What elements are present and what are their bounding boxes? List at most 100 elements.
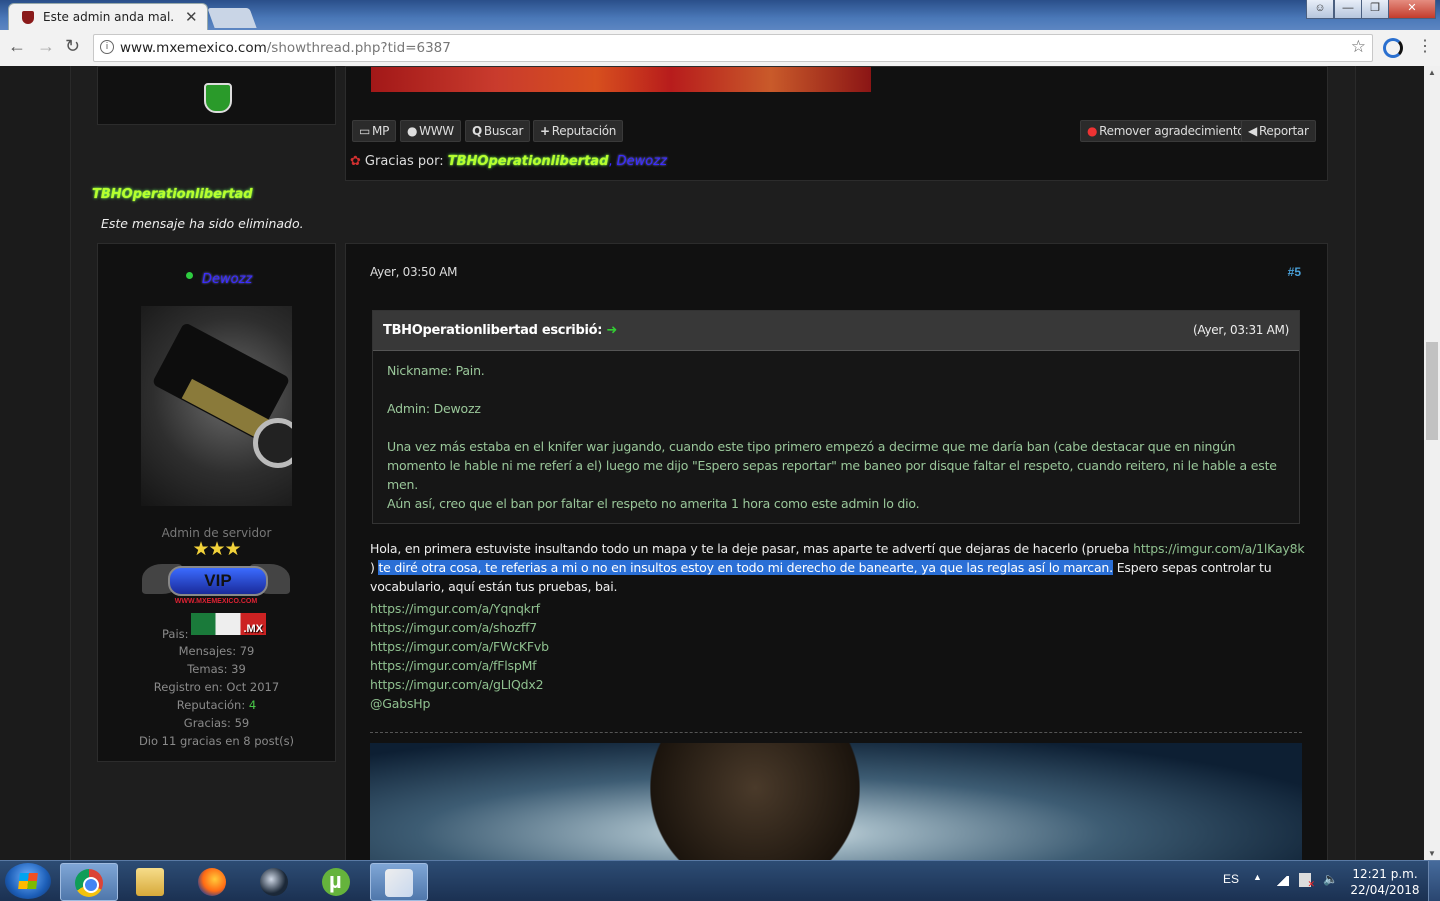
url-path: /showthread.php?tid=6387	[266, 40, 451, 56]
taskbar-firefox[interactable]	[184, 863, 240, 899]
forward-icon[interactable]: →	[37, 36, 55, 57]
thanks-label: Gracias por:	[364, 154, 444, 169]
country-label: Pais:	[162, 627, 189, 641]
pm-button[interactable]: ▭ MP	[352, 120, 397, 142]
start-button[interactable]	[5, 863, 51, 899]
url-text[interactable]: www.mxemexico.com/showthread.php?tid=638…	[120, 40, 451, 56]
browser-toolbar: ← → ↻ i www.mxemexico.com/showthread.php…	[0, 30, 1440, 67]
volume-icon[interactable]: 🔈	[1323, 872, 1338, 886]
back-icon[interactable]: ←	[8, 36, 26, 57]
post-body: Hola, en primera estuviste insultando to…	[370, 539, 1305, 596]
megaphone-icon: ◀	[1248, 124, 1257, 138]
post-number-link[interactable]: #5	[1288, 265, 1301, 279]
search-label: Buscar	[483, 124, 524, 138]
folder-icon	[136, 868, 164, 896]
taskbar-utorrent[interactable]	[308, 863, 364, 899]
address-bar[interactable]: i www.mxemexico.com/showthread.php?tid=6…	[93, 34, 1373, 62]
maximize-button[interactable]: ❐	[1361, 0, 1389, 19]
quote-line: Admin: Dewozz	[387, 401, 481, 416]
country-code: .MX	[243, 623, 263, 635]
post-link[interactable]: https://imgur.com/a/Yqnqkrf	[370, 601, 540, 616]
stat-thanks-given: Dio 11 gracias en 8 post(s)	[138, 734, 295, 748]
shield-icon	[204, 83, 232, 113]
show-desktop-button[interactable]	[1428, 861, 1440, 901]
remove-icon: ●	[1087, 124, 1098, 138]
post-link[interactable]: https://imgur.com/a/1lKay8k	[1133, 541, 1305, 556]
quote-line: Nickname: Pain.	[387, 363, 485, 378]
taskbar-explorer[interactable]	[122, 863, 178, 899]
thanks-user-link[interactable]: Dewozz	[617, 154, 667, 169]
show-hidden-icons-icon[interactable]: ▲	[1253, 872, 1262, 882]
stat-thanks: Gracias: 59	[183, 716, 250, 730]
extension-icon[interactable]	[1383, 38, 1403, 58]
deleted-post-message: Este mensaje ha sido eliminado.	[101, 216, 304, 231]
avatar-watch	[253, 418, 292, 468]
clock[interactable]: 12:21 p.m. 22/04/2018	[1345, 866, 1425, 898]
reputation-button[interactable]: + Reputación	[533, 120, 624, 142]
go-to-post-icon[interactable]: ➜	[606, 323, 617, 338]
language-indicator[interactable]: ES	[1223, 872, 1239, 886]
scroll-down-icon[interactable]: ▼	[1428, 849, 1436, 858]
pm-label: MP	[372, 124, 390, 138]
scrollbar-thumb[interactable]	[1426, 342, 1438, 440]
signature-image	[370, 743, 1302, 860]
plus-icon: +	[540, 124, 550, 138]
thanks-user-link[interactable]: TBHOperationlibertad	[448, 154, 609, 169]
vip-plate: VIP	[168, 566, 268, 596]
url-domain: www.mxemexico.com	[120, 40, 267, 56]
pm-icon: ▭	[359, 124, 371, 138]
scroll-up-icon[interactable]: ▲	[1428, 68, 1436, 77]
browser-menu-icon[interactable]: ⋮	[1417, 36, 1433, 56]
stat-messages: Mensajes: 79	[178, 644, 255, 658]
username-link[interactable]: Dewozz	[202, 272, 252, 287]
stat-topics: Temas: 39	[187, 662, 246, 676]
report-button[interactable]: ◀ Reportar	[1241, 120, 1316, 142]
clock-date: 22/04/2018	[1350, 883, 1420, 897]
bookmark-star-icon[interactable]: ☆	[1351, 37, 1366, 57]
profile-button[interactable]: ☺	[1306, 0, 1334, 19]
post-link[interactable]: https://imgur.com/a/gLIQdx2	[370, 677, 544, 692]
action-center-flag-icon[interactable]	[1299, 873, 1315, 890]
vip-badge: VIP WWW.MXEMEXICO.COM	[142, 560, 290, 608]
stat-reputation: Reputación: 4	[98, 698, 335, 712]
user-info-panel: Dewozz Admin de servidor ★★★ VIP WWW.MXE…	[97, 243, 336, 762]
quote-author-text: TBHOperationlibertad escribió:	[383, 323, 603, 338]
mention-link[interactable]: @GabsHp	[370, 696, 430, 711]
minimize-button[interactable]: —	[1334, 0, 1362, 19]
quote-header: TBHOperationlibertad escribió: ➜ (Ayer, …	[373, 311, 1299, 351]
taskbar-chrome[interactable]	[60, 863, 118, 901]
firefox-icon	[198, 868, 226, 896]
clock-time: 12:21 p.m.	[1352, 867, 1418, 881]
signature-image-detail	[650, 743, 860, 860]
quote-author: TBHOperationlibertad escribió: ➜	[383, 323, 617, 338]
remove-thanks-button[interactable]: ● Remover agradecimiento	[1080, 120, 1252, 142]
paint-icon	[385, 869, 413, 897]
page-scrollbar[interactable]: ▲ ▼	[1424, 66, 1440, 860]
deleted-post-author[interactable]: TBHOperationlibertad	[92, 187, 253, 202]
reputation-label: Reputación	[551, 124, 617, 138]
rank-stars-icon: ★★★	[192, 539, 241, 560]
avatar[interactable]	[141, 306, 292, 506]
search-button[interactable]: Q Buscar	[465, 120, 531, 142]
post-link[interactable]: https://imgur.com/a/shozff7	[370, 620, 537, 635]
post-link[interactable]: https://imgur.com/a/fFlspMf	[370, 658, 537, 673]
thanks-line: ✿ Gracias por: TBHOperationlibertad, Dewo…	[350, 154, 667, 169]
remove-thanks-label: Remover agradecimiento	[1099, 124, 1245, 138]
new-tab-button[interactable]	[207, 8, 257, 28]
browser-tab[interactable]: Este admin anda mal. ✕	[8, 3, 208, 31]
post-date: Ayer, 03:50 AM	[370, 265, 458, 279]
taskbar-paint[interactable]	[370, 863, 428, 901]
taskbar-steam[interactable]	[246, 863, 302, 899]
flower-icon: ✿	[350, 154, 361, 169]
browser-titlebar: Este admin anda mal. ✕ ☺ — ❐ ✕	[0, 0, 1440, 31]
reputation-value[interactable]: 4	[249, 698, 256, 712]
post-text: Hola, en primera estuviste insultando to…	[370, 541, 1134, 556]
close-window-button[interactable]: ✕	[1388, 0, 1436, 19]
site-info-icon[interactable]: i	[100, 40, 114, 54]
www-button[interactable]: ● WWW	[400, 120, 461, 142]
chrome-icon	[75, 869, 103, 897]
network-icon[interactable]	[1275, 876, 1289, 886]
reload-icon[interactable]: ↻	[65, 36, 80, 57]
tab-close-icon[interactable]: ✕	[185, 8, 198, 26]
post-link[interactable]: https://imgur.com/a/FWcKFvb	[370, 639, 549, 654]
